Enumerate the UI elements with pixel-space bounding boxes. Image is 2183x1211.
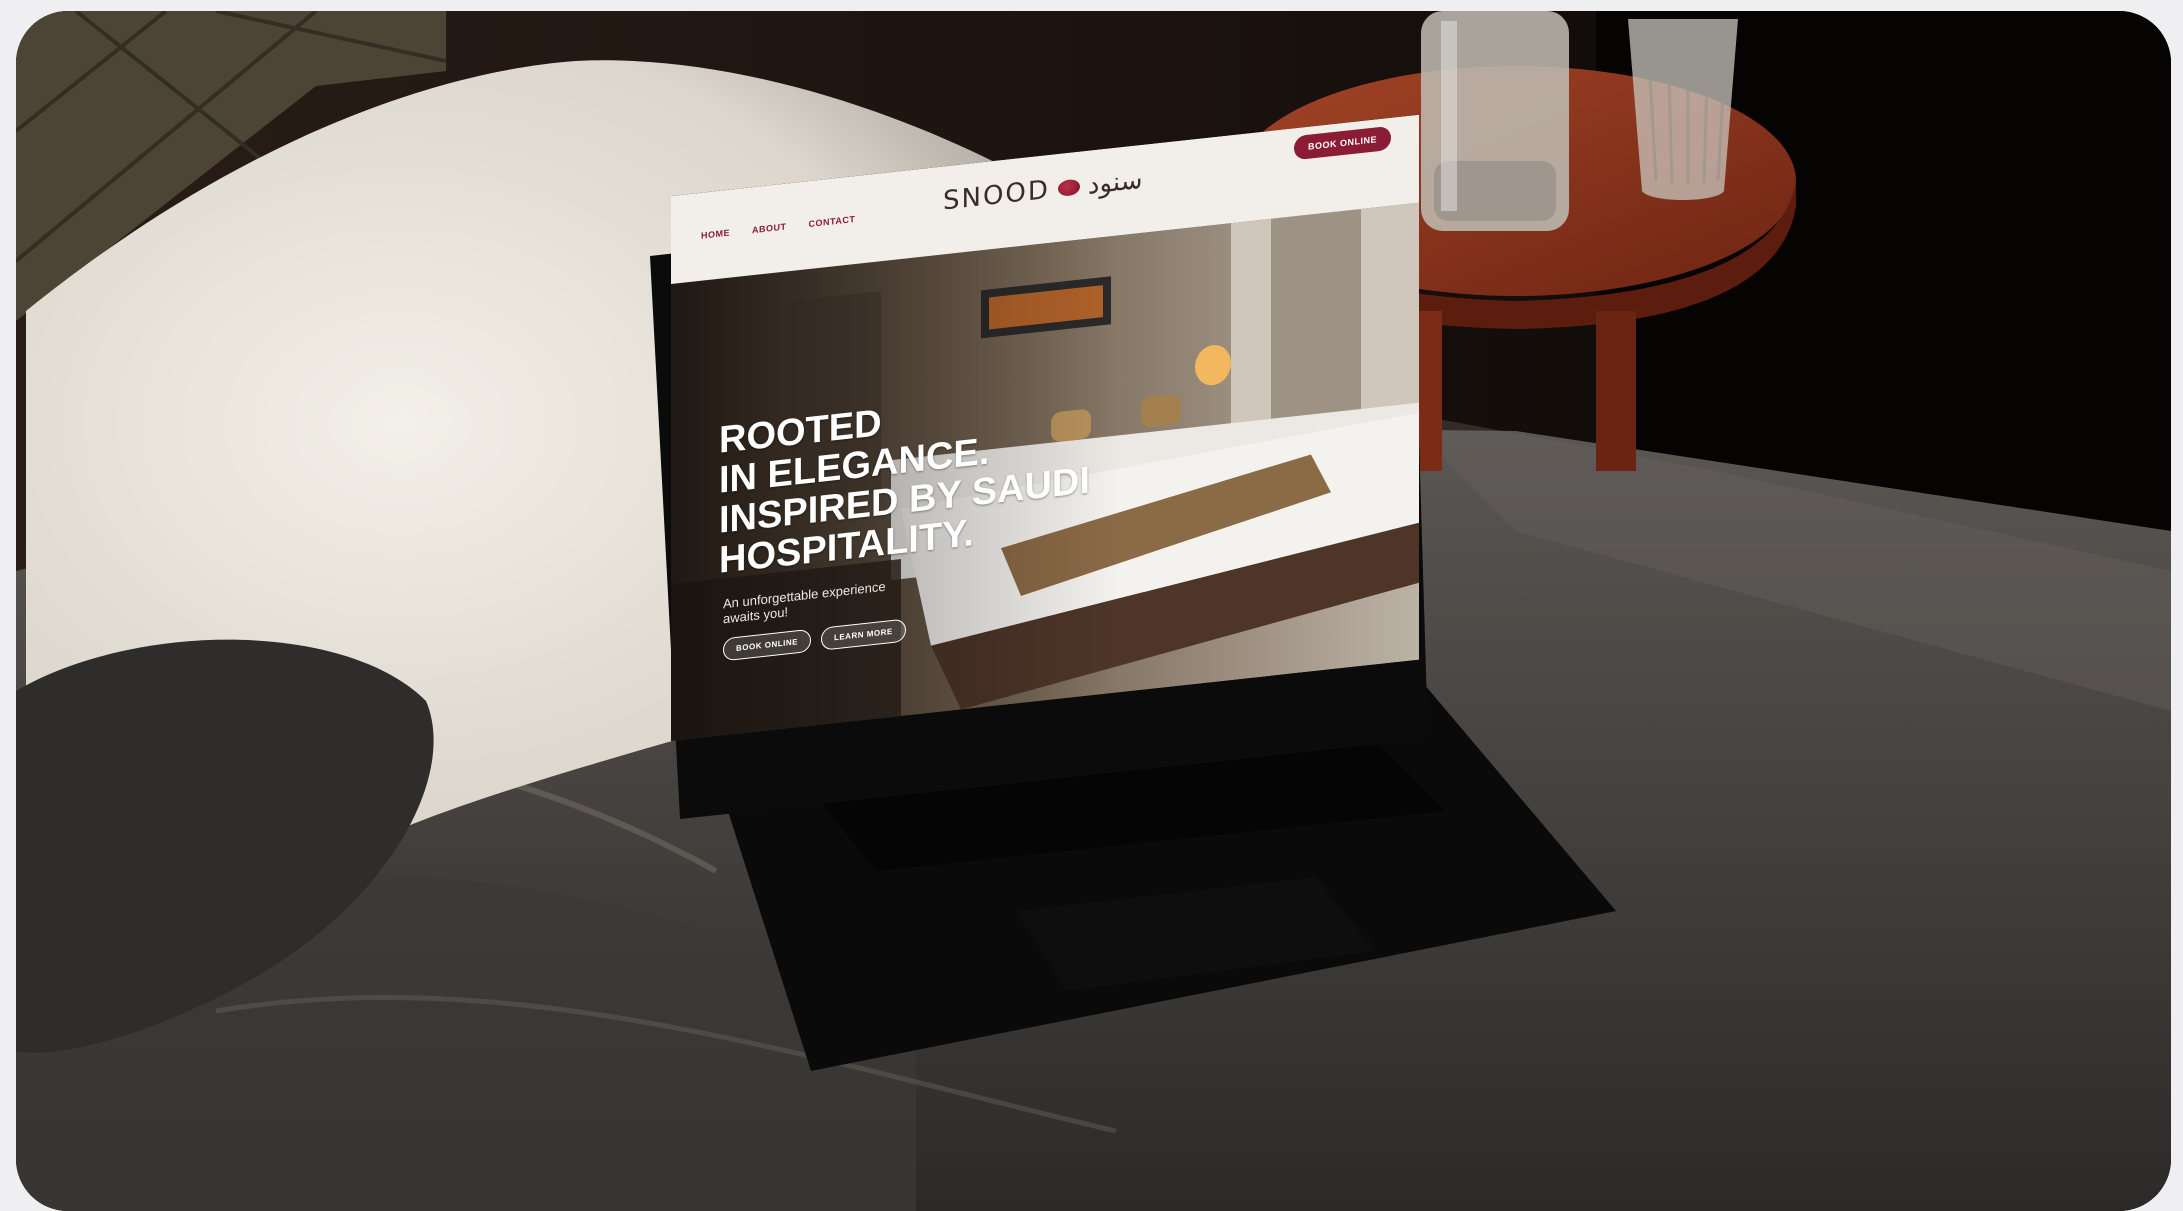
header-book-online-button[interactable]: BOOK ONLINE <box>1293 125 1391 161</box>
logo-arabic-text: سنود <box>1087 164 1143 201</box>
logo-latin-text: SNOOD <box>943 174 1050 217</box>
site-logo[interactable]: SNOOD سنود <box>943 165 1143 217</box>
hero-section: ROOTED IN ELEGANCE. INSPIRED BY SAUDI HO… <box>671 202 1419 741</box>
site-nav: HOME ABOUT CONTACT <box>701 214 855 241</box>
laptop-screen: ROOTED IN ELEGANCE. INSPIRED BY SAUDI HO… <box>671 114 1419 741</box>
logo-mark-icon <box>1057 178 1080 197</box>
nav-home[interactable]: HOME <box>701 228 730 241</box>
nav-contact[interactable]: CONTACT <box>809 214 856 229</box>
photo-frame: ROOTED IN ELEGANCE. INSPIRED BY SAUDI HO… <box>16 11 2171 1211</box>
nav-about[interactable]: ABOUT <box>752 221 787 235</box>
